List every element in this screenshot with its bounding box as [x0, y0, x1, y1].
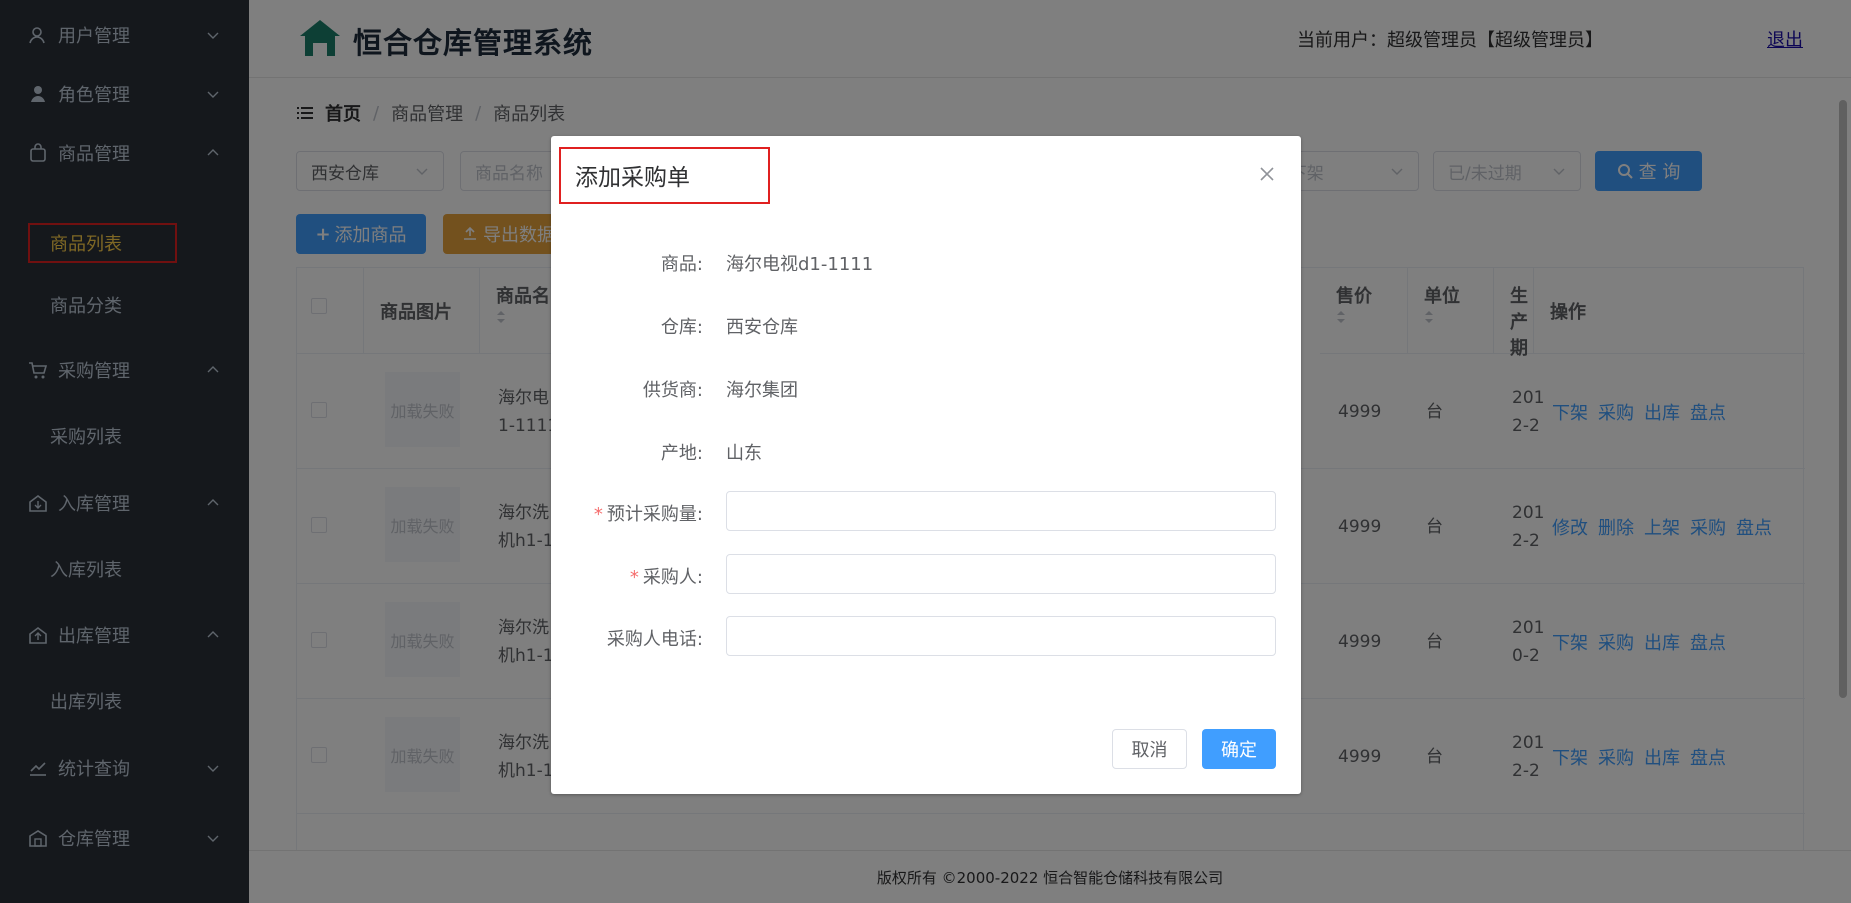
warehouse-label: 仓库:: [660, 317, 703, 338]
confirm-button[interactable]: 确定: [1202, 729, 1276, 769]
buyer-input[interactable]: [726, 554, 1276, 594]
buyer-label: * 采购人:: [551, 563, 703, 589]
supplier-label: 供货商:: [642, 380, 703, 401]
required-mark: *: [593, 504, 603, 525]
dialog-title: 添加采购单: [575, 165, 690, 191]
close-icon[interactable]: [1259, 166, 1275, 182]
product-value: 海尔电视d1-1111: [726, 254, 874, 275]
warehouse-value: 西安仓库: [726, 317, 798, 338]
origin-value: 山东: [726, 443, 762, 464]
add-purchase-dialog: 添加采购单 商品: 海尔电视d1-1111 仓库: 西安仓库 供货商: 海尔集团…: [551, 136, 1301, 794]
origin-label: 产地:: [660, 443, 703, 464]
buyer-phone-input[interactable]: [726, 616, 1276, 656]
supplier-value: 海尔集团: [726, 380, 798, 401]
buyer-label-text: 采购人:: [642, 567, 703, 588]
required-mark: *: [629, 567, 639, 588]
cancel-button[interactable]: 取消: [1112, 729, 1187, 769]
buyer-phone-label: 采购人电话:: [606, 629, 703, 650]
quantity-label-text: 预计采购量:: [606, 504, 703, 525]
product-label: 商品:: [660, 254, 703, 275]
quantity-label: * 预计采购量:: [551, 500, 703, 526]
quantity-input[interactable]: [726, 491, 1276, 531]
